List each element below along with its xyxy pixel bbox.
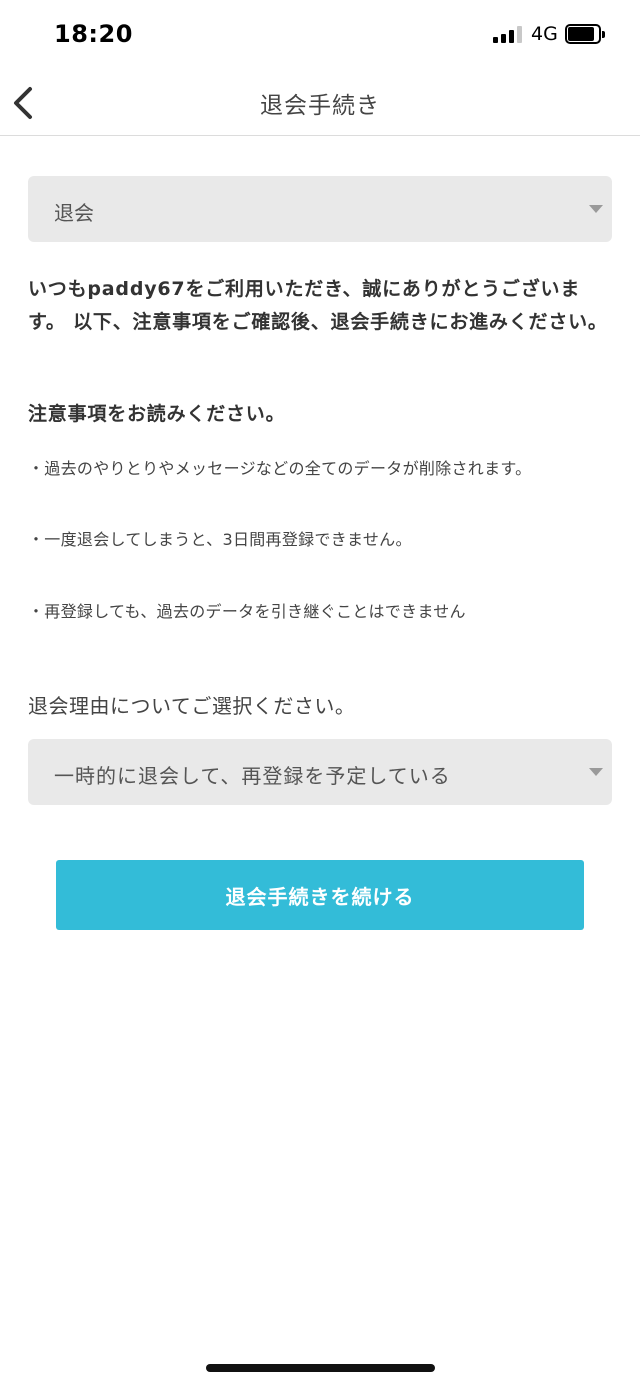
notice-item: ・再登録しても、過去のデータを引き継ぐことはできません [28, 602, 466, 621]
page-title: 退会手続き [260, 93, 380, 119]
reason-select[interactable]: 一時的に退会して、再登録を予定している [28, 739, 612, 805]
status-bar: 18:20 4G [0, 0, 640, 68]
notice-item: ・一度退会してしまうと、3日間再登録できません。 [28, 530, 412, 549]
continue-button-label: 退会手続きを続ける [225, 884, 415, 909]
menu-select[interactable]: 退会 [28, 176, 612, 242]
screen: 18:20 4G 退会手続き 退会 いつもpaddy67をご利用いただき、誠にあ… [0, 0, 640, 1385]
reason-select-value: 一時的に退会して、再登録を予定している [54, 764, 451, 788]
battery-icon [565, 24, 605, 44]
navigation-bar: 退会手続き [0, 68, 640, 136]
continue-button[interactable]: 退会手続きを続ける [56, 860, 584, 930]
signal-icon [493, 25, 523, 43]
network-type: 4G [531, 23, 558, 45]
caret-down-icon [589, 768, 603, 776]
notice-heading: 注意事項をお読みください。 [28, 403, 286, 425]
home-indicator [206, 1364, 435, 1372]
menu-select-value: 退会 [54, 201, 94, 225]
intro-text: いつもpaddy67をご利用いただき、誠にありがとうございます。 以下、注意事項… [28, 278, 608, 333]
reason-label: 退会理由についてご選択ください。 [28, 694, 356, 718]
status-time: 18:20 [54, 20, 133, 48]
caret-down-icon [589, 205, 603, 213]
notice-item: ・過去のやりとりやメッセージなどの全てのデータが削除されます。 [28, 459, 532, 478]
